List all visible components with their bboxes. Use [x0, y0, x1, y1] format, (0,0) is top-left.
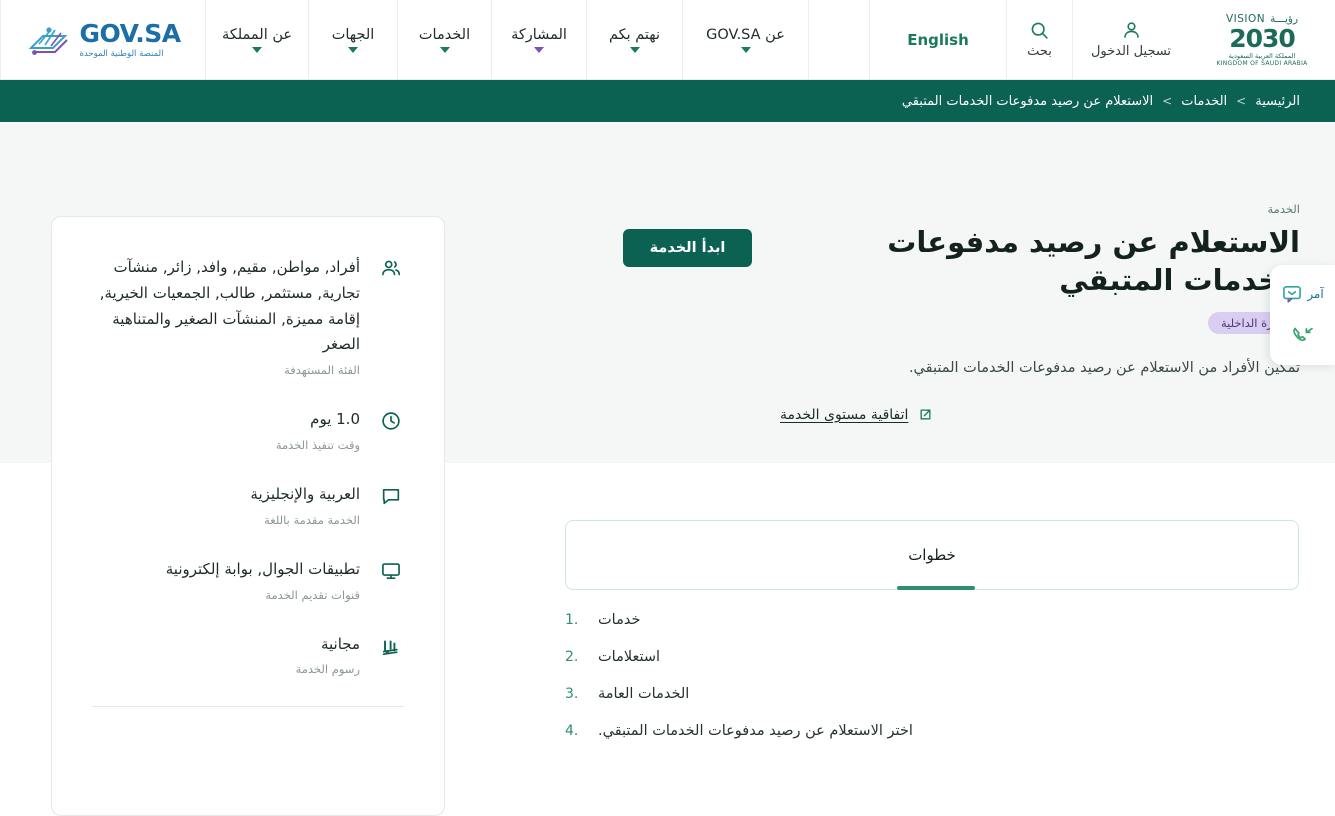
nav-item-about-kingdom[interactable]: عن المملكة — [205, 0, 308, 79]
step-number: 1. — [565, 612, 579, 628]
steps-list: 1. خدمات 2. استعلامات 3. الخدمات العامة … — [565, 612, 1299, 760]
chevron-down-icon — [439, 46, 450, 53]
service-info-card: أفراد, مواطن, مقيم, وافد, زائر, منشآت تج… — [51, 216, 445, 816]
login-button[interactable]: تسجيل الدخول — [1072, 0, 1189, 79]
vision-2030-logo[interactable]: رؤيـــة VISION 2030 المملكة العربية السع… — [1189, 0, 1335, 79]
info-value-target-audience: أفراد, مواطن, مقيم, وافد, زائر, منشآت تج… — [99, 258, 360, 354]
vision-logo-sub-ar: المملكة العربية السعودية — [1228, 51, 1296, 60]
external-link-icon — [920, 409, 931, 420]
info-row-fees: مجانية رسوم الخدمة — [92, 632, 404, 677]
step-number: 2. — [565, 649, 579, 665]
nav-item-entities-label: الجهات — [331, 26, 375, 43]
page-title: الاستعلام عن رصيد مدفوعات الخدمات المتبق… — [887, 225, 1300, 297]
nav-item-about-kingdom-label: عن المملكة — [221, 26, 293, 43]
nav-item-services-label: الخدمات — [418, 26, 471, 43]
info-row-processing-time: 1.0 يوم وقت تنفيذ الخدمة — [92, 407, 404, 452]
card-divider — [92, 706, 404, 708]
info-value-fees: مجانية — [320, 634, 360, 653]
riyal-icon — [378, 632, 404, 659]
step-text: استعلامات — [598, 649, 661, 665]
info-label-channels: قنوات تقديم الخدمة — [265, 587, 360, 602]
chevron-down-icon — [740, 46, 751, 53]
chevron-down-icon — [348, 46, 358, 53]
badge-row: وزارة الداخلية — [780, 312, 1300, 335]
nav-item-about-govsa[interactable]: عن GOV.SA — [682, 0, 808, 79]
info-row-channels: تطبيقات الجوال, بوابة إلكترونية قنوات تق… — [92, 557, 404, 602]
breadcrumb-separator-icon: > — [1162, 94, 1173, 108]
language-toggle-button[interactable]: English — [869, 0, 1006, 79]
tab-active-indicator — [897, 586, 975, 590]
info-value-channels: تطبيقات الجوال, بوابة إلكترونية — [165, 559, 360, 578]
vision-logo-word-en: VISION — [1225, 12, 1266, 25]
nav-item-about-govsa-label: عن GOV.SA — [706, 26, 785, 43]
nav-item-participation[interactable]: المشاركة — [491, 0, 586, 79]
service-description: تمكين الأفراد من الاستعلام عن رصيد مدفوع… — [908, 360, 1300, 377]
chevron-down-icon — [534, 46, 544, 53]
info-value-language: العربية والإنجليزية — [250, 484, 360, 503]
info-label-target-audience: الفئة المستهدفة — [284, 363, 360, 378]
gov-sa-logo-tagline: المنصة الوطنية الموحدة — [79, 48, 164, 59]
step-text: اختر الاستعلام عن رصيد مدفوعات الخدمات ا… — [598, 723, 913, 739]
breadcrumb-item-home[interactable]: الرئيسية — [1255, 94, 1300, 109]
nav-item-we-care-label: نهتم بكم — [608, 26, 661, 43]
info-row-target-audience: أفراد, مواطن, مقيم, وافد, زائر, منشآت تج… — [92, 255, 404, 377]
step-number: 3. — [565, 686, 579, 702]
assistant-label: آمر — [1307, 287, 1324, 301]
chevron-down-icon — [252, 46, 262, 53]
gov-sa-logo-text: GOV.SA — [79, 18, 181, 48]
step-text: الخدمات العامة — [598, 686, 690, 702]
assistant-chat-row[interactable]: آمر — [1281, 283, 1324, 305]
breadcrumb-separator-icon: > — [1236, 94, 1247, 108]
header-spacer — [808, 0, 869, 79]
breadcrumb-item-current: الاستعلام عن رصيد مدفوعات الخدمات المتبق… — [901, 93, 1154, 109]
step-text: خدمات — [598, 612, 641, 628]
nav-item-participation-label: المشاركة — [511, 26, 567, 43]
info-label-processing-time: وقت تنفيذ الخدمة — [275, 437, 360, 452]
vision-logo-year: 2030 — [1229, 23, 1296, 53]
chevron-down-icon — [629, 46, 640, 53]
service-eyebrow-label: الخدمة — [1267, 202, 1300, 216]
tab-steps[interactable]: خطوات — [908, 546, 956, 564]
list-item: 3. الخدمات العامة — [565, 686, 1299, 702]
start-service-button[interactable]: ابدأ الخدمة — [623, 229, 752, 267]
monitor-icon — [378, 557, 404, 582]
service-summary: الخدمة الاستعلام عن رصيد مدفوعات الخدمات… — [780, 202, 1300, 423]
breadcrumb-item-services[interactable]: الخدمات — [1181, 94, 1227, 109]
login-button-label: تسجيل الدخول — [1090, 44, 1172, 59]
search-icon — [1031, 22, 1048, 39]
clock-icon — [378, 407, 404, 432]
nav-item-we-care[interactable]: نهتم بكم — [586, 0, 682, 79]
info-label-language: الخدمة مقدمة باللغة — [264, 512, 360, 527]
floating-assistant-widget[interactable]: آمر — [1270, 265, 1335, 365]
gov-sa-logo[interactable]: GOV.SA المنصة الوطنية الموحدة — [0, 0, 205, 79]
list-item: 1. خدمات — [565, 612, 1299, 628]
user-icon — [1123, 22, 1139, 38]
breadcrumb-bar: الرئيسية > الخدمات > الاستعلام عن رصيد م… — [0, 80, 1335, 122]
info-label-fees: رسوم الخدمة — [295, 662, 360, 677]
nav-item-services[interactable]: الخدمات — [397, 0, 491, 79]
vision-logo-word-ar: رؤيـــة — [1270, 12, 1299, 25]
nav-item-entities[interactable]: الجهات — [308, 0, 397, 79]
list-item: 4. اختر الاستعلام عن رصيد مدفوعات الخدما… — [565, 723, 1299, 739]
phone-callback-icon[interactable] — [1290, 323, 1316, 347]
vision-logo-sub-en: KINGDOM OF SAUDI ARABIA — [1216, 59, 1308, 67]
list-item: 2. استعلامات — [565, 649, 1299, 665]
breadcrumb: الرئيسية > الخدمات > الاستعلام عن رصيد م… — [902, 94, 1300, 109]
tabs-container: خطوات — [565, 520, 1299, 590]
chat-bubble-icon — [1283, 286, 1302, 303]
site-header: GOV.SA المنصة الوطنية الموحدة عن المملكة… — [0, 0, 1335, 80]
users-icon — [378, 255, 404, 280]
info-value-processing-time: 1.0 يوم — [310, 410, 360, 429]
sla-link[interactable]: اتفاقية مستوى الخدمة — [780, 407, 908, 423]
info-row-language: العربية والإنجليزية الخدمة مقدمة باللغة — [92, 482, 404, 527]
gov-sa-mark-icon — [29, 26, 69, 55]
sla-row[interactable]: اتفاقية مستوى الخدمة — [780, 407, 1300, 423]
step-number: 4. — [565, 723, 579, 739]
search-button-label: بحث — [1027, 44, 1052, 59]
chat-icon — [378, 482, 404, 507]
search-button[interactable]: بحث — [1006, 0, 1072, 79]
